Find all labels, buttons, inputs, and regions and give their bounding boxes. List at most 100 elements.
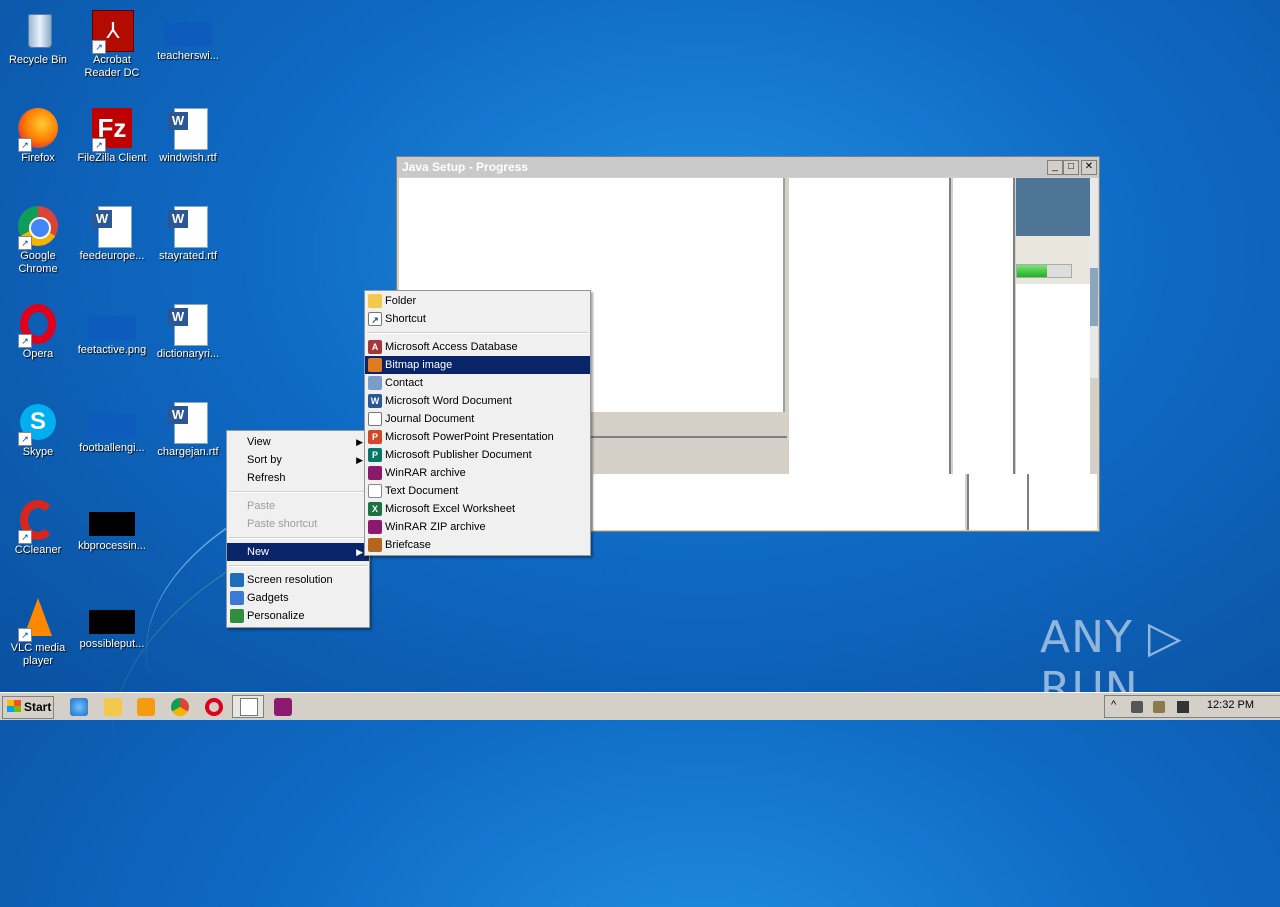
file-icon — [89, 610, 135, 634]
scrollbar[interactable] — [1090, 178, 1098, 378]
submenu-arrow-icon: ▶ — [356, 547, 363, 557]
desktop-icon-label: footballengi... — [79, 442, 145, 454]
volume-icon[interactable] — [1131, 701, 1143, 713]
new-item-briefcase[interactable]: Briefcase — [365, 536, 590, 554]
desktop-icon-kbprocessin[interactable]: kbprocessin... — [74, 494, 150, 553]
start-button[interactable]: Start — [2, 696, 54, 719]
tray-expand-button[interactable]: ^ — [1111, 699, 1116, 711]
word-document-icon: W — [90, 204, 134, 248]
vlc-icon: ↗ — [16, 596, 60, 642]
content-panel — [953, 178, 1015, 474]
menu-item-label: Contact — [385, 377, 423, 389]
menu-item-label: Shortcut — [385, 313, 426, 325]
menu-item-screen-resolution[interactable]: Screen resolution — [227, 571, 369, 589]
chrome-taskbar-icon[interactable] — [171, 698, 189, 716]
acrobat-icon: ⅄ ↗ — [90, 8, 134, 54]
clock[interactable]: 12:32 PM — [1207, 699, 1254, 711]
desktop-icon-label: kbprocessin... — [78, 540, 146, 552]
desktop-icon-opera[interactable]: ↗ Opera — [0, 298, 76, 361]
desktop-icon-label: dictionaryri... — [156, 348, 220, 360]
desktop-icon-feetactive[interactable]: feetactive.png — [74, 298, 150, 357]
opera-icon: ↗ — [16, 302, 60, 348]
new-item-text[interactable]: Text Document — [365, 482, 590, 500]
file-explorer-icon[interactable] — [104, 698, 122, 716]
desktop-icon-dictionaryri[interactable]: W dictionaryri... — [150, 298, 226, 361]
menu-item-label: Microsoft Word Document — [385, 395, 512, 407]
new-item-shortcut[interactable]: ↗ Shortcut — [365, 310, 590, 328]
menu-item-label: Journal Document — [385, 413, 475, 425]
word-document-icon: W — [166, 400, 210, 444]
text-document-icon — [368, 484, 382, 498]
menu-item-sort-by[interactable]: Sort by ▶ — [227, 451, 369, 469]
file-icon — [164, 22, 212, 46]
desktop-icon-skype[interactable]: S ↗ Skype — [0, 396, 76, 459]
word-document-icon: W — [166, 204, 210, 248]
menu-item-refresh[interactable]: Refresh — [227, 469, 369, 487]
recycle-bin-icon — [16, 8, 60, 52]
new-item-folder[interactable]: Folder — [365, 292, 590, 310]
menu-item-label: Screen resolution — [247, 574, 333, 586]
menu-item-paste-shortcut[interactable]: Paste shortcut — [227, 515, 369, 533]
desktop-icon-feedeurope[interactable]: W feedeurope... — [74, 200, 150, 263]
desktop-icon-windwish[interactable]: W windwish.rtf — [150, 102, 226, 165]
new-item-word[interactable]: W Microsoft Word Document — [365, 392, 590, 410]
new-item-bitmap[interactable]: Bitmap image — [365, 356, 590, 374]
new-item-contact[interactable]: Contact — [365, 374, 590, 392]
file-icon — [88, 414, 136, 438]
new-item-journal[interactable]: Journal Document — [365, 410, 590, 428]
menu-item-view[interactable]: View ▶ — [227, 433, 369, 451]
desktop-icon-ccleaner[interactable]: ↗ CCleaner — [0, 494, 76, 557]
desktop-icon-recycle-bin[interactable]: Recycle Bin — [0, 4, 76, 67]
personalize-icon — [230, 609, 244, 623]
menu-separator — [229, 565, 367, 567]
network-icon[interactable] — [1153, 701, 1165, 713]
new-item-winrar[interactable]: WinRAR archive — [365, 464, 590, 482]
scrollbar-thumb[interactable] — [1090, 268, 1098, 326]
desktop-icon-footballengi[interactable]: footballengi... — [74, 396, 150, 455]
word-document-icon: W — [166, 302, 210, 346]
close-button[interactable]: ✕ — [1081, 160, 1097, 175]
winrar-taskbar-icon[interactable] — [274, 698, 292, 716]
new-item-access[interactable]: A Microsoft Access Database — [365, 338, 590, 356]
new-item-powerpoint[interactable]: P Microsoft PowerPoint Presentation — [365, 428, 590, 446]
firefox-icon: ↗ — [16, 106, 60, 152]
desktop-icon-possibleput[interactable]: possibleput... — [74, 592, 150, 651]
menu-item-paste[interactable]: Paste — [227, 497, 369, 515]
desktop-icon-chargejan[interactable]: W chargejan.rtf — [150, 396, 226, 459]
desktop-icon-chrome[interactable]: ↗ Google Chrome — [0, 200, 76, 276]
desktop-icon-label: feetactive.png — [77, 344, 147, 356]
desktop-icon-acrobat[interactable]: ⅄ ↗ Acrobat Reader DC — [74, 4, 150, 80]
desktop-icon-label: feedeurope... — [79, 250, 145, 262]
desktop-icon-stayrated[interactable]: W stayrated.rtf — [150, 200, 226, 263]
new-item-winrar-zip[interactable]: WinRAR ZIP archive — [365, 518, 590, 536]
maximize-button[interactable]: □ — [1063, 160, 1079, 175]
gadgets-icon — [230, 591, 244, 605]
desktop-icon-filezilla[interactable]: Fz ↗ FileZilla Client — [74, 102, 150, 165]
minimize-button[interactable]: _ — [1047, 160, 1063, 175]
desktop-icon-label: chargejan.rtf — [157, 446, 219, 458]
new-item-publisher[interactable]: P Microsoft Publisher Document — [365, 446, 590, 464]
opera-taskbar-icon[interactable] — [205, 698, 223, 716]
desktop-icon-firefox[interactable]: ↗ Firefox — [0, 102, 76, 165]
desktop-icon-vlc[interactable]: ↗ VLC media player — [0, 592, 76, 668]
media-player-icon[interactable] — [137, 698, 155, 716]
folder-icon — [368, 294, 382, 308]
desktop-icon-teacherswi[interactable]: teacherswi... — [150, 4, 226, 63]
java-setup-taskbar-button[interactable] — [232, 695, 264, 718]
menu-item-gadgets[interactable]: Gadgets — [227, 589, 369, 607]
menu-item-label: Briefcase — [385, 539, 431, 551]
menu-item-label: Microsoft Access Database — [385, 341, 518, 353]
menu-item-label: View — [247, 436, 271, 448]
desktop-icon-label: FileZilla Client — [77, 152, 147, 164]
new-item-excel[interactable]: X Microsoft Excel Worksheet — [365, 500, 590, 518]
action-center-flag-icon[interactable] — [1177, 701, 1189, 713]
menu-item-personalize[interactable]: Personalize — [227, 607, 369, 625]
menu-item-new[interactable]: New ▶ — [227, 543, 369, 561]
desktop-icon-label: Opera — [22, 348, 54, 360]
contact-icon — [368, 376, 382, 390]
internet-explorer-icon[interactable] — [70, 698, 88, 716]
publisher-icon: P — [368, 448, 382, 462]
powerpoint-icon: P — [368, 430, 382, 444]
taskbar: Start ^ 12:32 PM — [0, 692, 1280, 720]
desktop-icon-label: stayrated.rtf — [158, 250, 218, 262]
